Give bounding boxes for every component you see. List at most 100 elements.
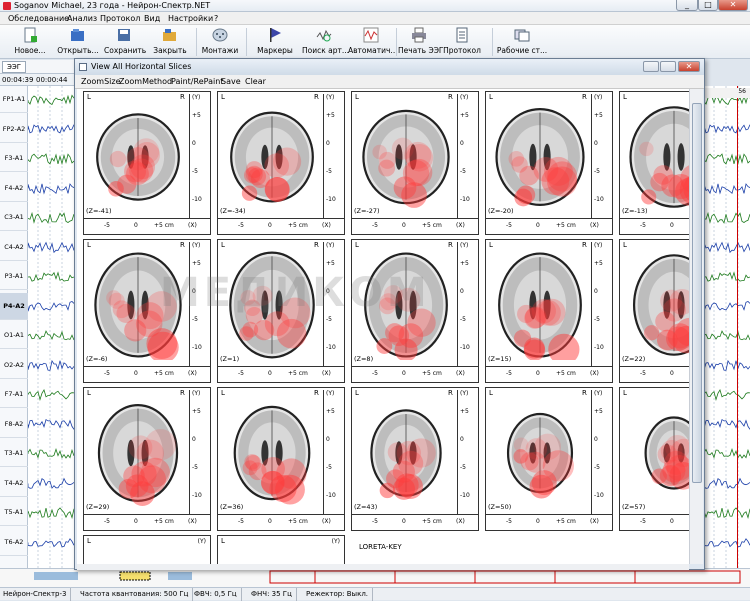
z-coordinate-label: (Z=-41)	[86, 207, 112, 215]
workspaces-button[interactable]: Рабочие ст...	[496, 25, 548, 59]
slice-panel[interactable]: L R (Y) +5 0 -5 -10 (Z=29) -5 0 +5 cm (X…	[83, 387, 211, 531]
x-axis-label: (X)	[188, 370, 197, 377]
search-artifacts-button[interactable]: Поиск арт...	[302, 25, 349, 59]
eeg-trace	[703, 448, 750, 459]
horizontal-scrollbar[interactable]	[77, 564, 689, 570]
channel-label[interactable]: F7-A1	[0, 381, 28, 408]
slice-panel[interactable]: L R (Y) +5 0 -5 -10 (Z=-13) -5 0 +5 cm (…	[619, 91, 689, 235]
y-axis: (Y) +5 0 -5 -10	[591, 242, 611, 367]
time-cursor-line[interactable]	[737, 86, 738, 568]
z-coordinate-label: (Z=50)	[488, 503, 512, 511]
eeg-trace-area-right[interactable]	[703, 86, 750, 568]
channel-label[interactable]: P4-A2	[0, 292, 28, 320]
channel-label[interactable]: FP2-A2	[0, 116, 28, 143]
channel-label[interactable]: O2-A2	[0, 352, 28, 379]
close-file-button-label: Закрыть	[153, 46, 187, 55]
y-tick: +5	[460, 112, 469, 119]
minimize-button[interactable]: _	[676, 0, 698, 11]
slice-panel[interactable]: L R (Y) +5 0 -5 -10 (Z=15) -5 0 +5 cm (X…	[485, 239, 613, 383]
slice-panel[interactable]: L R (Y) +5 0 -5 -10 (Z=22) -5 0 +5 cm (X…	[619, 239, 689, 383]
menu-item-settings[interactable]: Настройки	[168, 12, 213, 25]
automatic-button[interactable]: Автоматич...	[348, 25, 398, 59]
brain-slice-image	[230, 111, 314, 203]
menu-zoom-size[interactable]: ZoomSize	[81, 75, 120, 89]
channel-label[interactable]: T3-A1	[0, 440, 28, 467]
y-tick: 0	[594, 140, 598, 147]
child-minimize-button[interactable]	[643, 61, 659, 72]
y-tick: -5	[594, 168, 600, 175]
channel-label[interactable]: F8-A2	[0, 411, 28, 438]
slice-panel[interactable]: L R (Y) +5 0 -5 -10 (Z=36) -5 0 +5 cm (X…	[217, 387, 345, 531]
menu-item-protocol[interactable]: Протокол	[100, 12, 140, 25]
save-button[interactable]: Сохранить	[104, 25, 146, 59]
tab-eeg[interactable]: ЭЭГ	[2, 61, 27, 73]
markers-button[interactable]: Маркеры	[252, 25, 298, 59]
automatic-icon	[363, 27, 379, 43]
montages-button-label: Монтажи	[201, 46, 239, 55]
channel-label[interactable]: F3-A1	[0, 145, 28, 172]
montages-button[interactable]: Монтажи	[200, 25, 240, 59]
channel-label[interactable]: C4-A2	[0, 234, 28, 261]
x-tick: -5	[372, 222, 378, 229]
channel-label[interactable]: P3-A1	[0, 263, 28, 290]
protocol-button[interactable]: Протокол	[442, 25, 482, 59]
slice-panel[interactable]: L R (Y) +5 0 -5 -10 (Z=-20) -5 0 +5 cm (…	[485, 91, 613, 235]
channel-label[interactable]: FP1-A1	[0, 86, 28, 113]
child-close-button[interactable]: ✕	[678, 61, 700, 72]
vertical-scrollbar[interactable]	[689, 89, 703, 564]
menu-zoom-method[interactable]: ZoomMethod	[119, 75, 172, 89]
maximize-button[interactable]: □	[698, 0, 718, 11]
menu-item-analysis[interactable]: Анализ	[67, 12, 97, 25]
slice-panel[interactable]: L R (Y) +5 0 -5 -10 (Z=-34) -5 0 +5 cm (…	[217, 91, 345, 235]
slice-panel[interactable]: L R (Y) +5 0 -5 -10 (Z=57) -5 0 +5 cm (X…	[619, 387, 689, 531]
eeg-trace-area[interactable]	[27, 86, 75, 568]
loreta-key-label: LORETA-KEY	[359, 543, 402, 551]
brain-slice-image	[495, 107, 585, 207]
eeg-trace	[27, 507, 75, 520]
slice-panel[interactable]: L R (Y) +5 0 -5 -10 (Z=-41) -5 0 +5 cm (…	[83, 91, 211, 235]
child-maximize-button[interactable]	[660, 61, 676, 72]
menu-paint-repaint[interactable]: Paint/RePaint	[171, 75, 223, 89]
menu-item-view[interactable]: Вид	[144, 12, 160, 25]
new-button[interactable]: Новое...	[10, 25, 50, 59]
y-tick: -10	[460, 344, 470, 351]
child-title-bar[interactable]: View All Horizontal Slices ✕	[75, 59, 704, 75]
x-tick: -5	[372, 518, 378, 525]
brain-slice-image	[644, 416, 689, 490]
channel-label[interactable]: T6-A2	[0, 529, 28, 556]
y-axis-label: (Y)	[460, 94, 469, 101]
channel-label[interactable]: O1-A1	[0, 322, 28, 349]
channel-label[interactable]: T4-A2	[0, 470, 28, 497]
left-label: L	[87, 93, 91, 101]
slice-panel-partial[interactable]: L (Y)	[83, 535, 211, 564]
open-folder-icon	[71, 29, 84, 41]
menu-clear[interactable]: Clear	[245, 75, 266, 89]
y-tick: +5	[326, 112, 335, 119]
timeline-strip[interactable]	[0, 568, 750, 587]
y-axis: (Y) +5 0 -5 -10	[189, 390, 209, 515]
protocol-icon	[456, 27, 468, 43]
close-folder-icon	[163, 29, 176, 41]
y-axis: (Y) +5 0 -5 -10	[323, 390, 343, 515]
channel-label[interactable]: F4-A2	[0, 175, 28, 202]
eeg-trace	[703, 211, 750, 224]
print-eeg-button[interactable]: Печать ЭЭГ	[398, 25, 444, 59]
slice-panel-partial[interactable]: L (Y)	[217, 535, 345, 564]
menu-item-examination[interactable]: Обследование	[8, 12, 69, 25]
channel-label[interactable]: T5-A1	[0, 499, 28, 526]
close-file-button[interactable]: Закрыть	[150, 25, 190, 59]
vertical-scroll-thumb[interactable]	[692, 103, 702, 483]
menu-save[interactable]: Save	[221, 75, 241, 89]
y-axis: (Y) +5 0 -5 -10	[591, 94, 611, 219]
slice-panel[interactable]: L R (Y) +5 0 -5 -10 (Z=50) -5 0 +5 cm (X…	[485, 387, 613, 531]
menu-item-help[interactable]: ?	[214, 12, 218, 25]
slice-panel[interactable]: L R (Y) +5 0 -5 -10 (Z=43) -5 0 +5 cm (X…	[351, 387, 479, 531]
brain-slice-image	[632, 254, 689, 356]
slice-panel[interactable]: L R (Y) +5 0 -5 -10 (Z=-27) -5 0 +5 cm (…	[351, 91, 479, 235]
x-axis: -5 0 +5 cm (X)	[352, 514, 478, 530]
y-tick: -10	[192, 196, 202, 203]
open-button[interactable]: Открыть...	[56, 25, 100, 59]
left-label: L	[489, 93, 493, 101]
close-window-button[interactable]: ✕	[718, 0, 748, 11]
channel-label[interactable]: C3-A1	[0, 204, 28, 231]
